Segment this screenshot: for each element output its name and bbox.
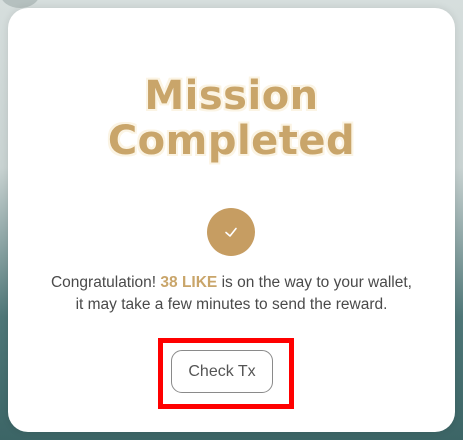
reward-amount: 38 LIKE	[160, 274, 218, 291]
check-tx-button[interactable]: Check Tx	[171, 350, 273, 393]
background-circle	[0, 0, 40, 8]
checkmark-icon	[207, 208, 255, 256]
page-title: Mission Completed	[8, 74, 455, 164]
title-line-completed: Completed	[107, 118, 356, 164]
message-prefix: Congratulation!	[50, 274, 161, 291]
message-suffix: is on the way to your wallet,	[217, 274, 412, 291]
title-line-mission: Mission	[144, 73, 319, 119]
message-line-2: it may take a few minutes to send the re…	[75, 296, 388, 313]
reward-message: Congratulation! 38 LIKE is on the way to…	[8, 272, 455, 316]
message-line-1: Congratulation! 38 LIKE is on the way to…	[8, 272, 455, 294]
